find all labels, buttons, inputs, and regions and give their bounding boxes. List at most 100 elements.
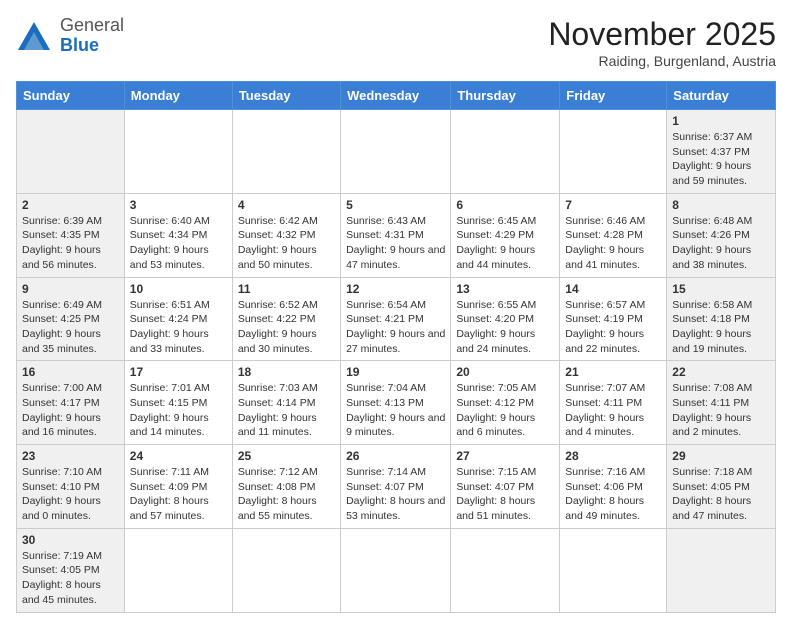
day-info: Sunrise: 6:43 AM Sunset: 4:31 PM Dayligh… — [346, 214, 445, 273]
day-info: Sunrise: 6:46 AM Sunset: 4:28 PM Dayligh… — [565, 214, 661, 273]
day-info: Sunrise: 6:39 AM Sunset: 4:35 PM Dayligh… — [22, 214, 119, 273]
day-number: 19 — [346, 365, 445, 379]
calendar-cell — [124, 110, 232, 194]
calendar-cell: 7 Sunrise: 6:46 AM Sunset: 4:28 PM Daylig… — [560, 193, 667, 277]
calendar-cell: 5 Sunrise: 6:43 AM Sunset: 4:31 PM Daylig… — [341, 193, 451, 277]
calendar-cell — [451, 528, 560, 612]
day-number: 30 — [22, 533, 119, 547]
day-info: Sunrise: 6:40 AM Sunset: 4:34 PM Dayligh… — [130, 214, 227, 273]
calendar-cell — [667, 528, 776, 612]
weekday-header-row: SundayMondayTuesdayWednesdayThursdayFrid… — [17, 82, 776, 110]
calendar-cell: 14Sunrise: 6:57 AM Sunset: 4:19 PM Dayli… — [560, 277, 667, 361]
calendar-cell — [341, 110, 451, 194]
weekday-header-wednesday: Wednesday — [341, 82, 451, 110]
day-number: 7 — [565, 198, 661, 212]
day-number: 26 — [346, 449, 445, 463]
day-info: Sunrise: 7:10 AM Sunset: 4:10 PM Dayligh… — [22, 465, 119, 524]
calendar-cell: 25Sunrise: 7:12 AM Sunset: 4:08 PM Dayli… — [232, 445, 340, 529]
day-info: Sunrise: 7:14 AM Sunset: 4:07 PM Dayligh… — [346, 465, 445, 524]
calendar-cell: 24Sunrise: 7:11 AM Sunset: 4:09 PM Dayli… — [124, 445, 232, 529]
day-info: Sunrise: 7:03 AM Sunset: 4:14 PM Dayligh… — [238, 381, 335, 440]
day-number: 11 — [238, 282, 335, 296]
title-area: November 2025 Raiding, Burgenland, Austr… — [548, 16, 776, 69]
page-header: General Blue November 2025 Raiding, Burg… — [16, 16, 776, 69]
day-number: 23 — [22, 449, 119, 463]
calendar-cell — [232, 528, 340, 612]
day-info: Sunrise: 7:16 AM Sunset: 4:06 PM Dayligh… — [565, 465, 661, 524]
calendar-cell — [341, 528, 451, 612]
calendar-cell — [560, 528, 667, 612]
calendar-cell — [232, 110, 340, 194]
day-number: 2 — [22, 198, 119, 212]
day-number: 16 — [22, 365, 119, 379]
day-number: 3 — [130, 198, 227, 212]
calendar-cell: 10 Sunrise: 6:51 AM Sunset: 4:24 PM Dayli… — [124, 277, 232, 361]
day-number: 9 — [22, 282, 119, 296]
calendar-week-row: 9 Sunrise: 6:49 AM Sunset: 4:25 PM Daylig… — [17, 277, 776, 361]
day-info: Sunrise: 7:05 AM Sunset: 4:12 PM Dayligh… — [456, 381, 554, 440]
calendar-cell: 9 Sunrise: 6:49 AM Sunset: 4:25 PM Daylig… — [17, 277, 125, 361]
calendar-cell: 13 Sunrise: 6:55 AM Sunset: 4:20 PM Dayli… — [451, 277, 560, 361]
calendar-cell — [124, 528, 232, 612]
calendar-cell — [451, 110, 560, 194]
calendar-cell: 16Sunrise: 7:00 AM Sunset: 4:17 PM Dayli… — [17, 361, 125, 445]
day-info: Sunrise: 7:15 AM Sunset: 4:07 PM Dayligh… — [456, 465, 554, 524]
logo-text: General Blue — [60, 16, 124, 56]
day-info: Sunrise: 7:01 AM Sunset: 4:15 PM Dayligh… — [130, 381, 227, 440]
day-number: 8 — [672, 198, 770, 212]
calendar-cell: 11Sunrise: 6:52 AM Sunset: 4:22 PM Dayli… — [232, 277, 340, 361]
calendar-cell: 8 Sunrise: 6:48 AM Sunset: 4:26 PM Daylig… — [667, 193, 776, 277]
day-info: Sunrise: 7:19 AM Sunset: 4:05 PM Dayligh… — [22, 549, 119, 608]
day-number: 24 — [130, 449, 227, 463]
calendar-cell: 29Sunrise: 7:18 AM Sunset: 4:05 PM Dayli… — [667, 445, 776, 529]
calendar-table: SundayMondayTuesdayWednesdayThursdayFrid… — [16, 81, 776, 613]
calendar-cell: 27 Sunrise: 7:15 AM Sunset: 4:07 PM Dayli… — [451, 445, 560, 529]
calendar-week-row: 1 Sunrise: 6:37 AM Sunset: 4:37 PM Daylig… — [17, 110, 776, 194]
day-number: 25 — [238, 449, 335, 463]
calendar-cell — [17, 110, 125, 194]
day-info: Sunrise: 6:49 AM Sunset: 4:25 PM Dayligh… — [22, 298, 119, 357]
calendar-cell: 17Sunrise: 7:01 AM Sunset: 4:15 PM Dayli… — [124, 361, 232, 445]
weekday-header-monday: Monday — [124, 82, 232, 110]
day-info: Sunrise: 7:08 AM Sunset: 4:11 PM Dayligh… — [672, 381, 770, 440]
day-number: 13 — [456, 282, 554, 296]
day-info: Sunrise: 6:51 AM Sunset: 4:24 PM Dayligh… — [130, 298, 227, 357]
day-number: 12 — [346, 282, 445, 296]
day-info: Sunrise: 7:04 AM Sunset: 4:13 PM Dayligh… — [346, 381, 445, 440]
calendar-cell: 22Sunrise: 7:08 AM Sunset: 4:11 PM Dayli… — [667, 361, 776, 445]
day-number: 4 — [238, 198, 335, 212]
day-number: 5 — [346, 198, 445, 212]
day-number: 6 — [456, 198, 554, 212]
day-info: Sunrise: 7:18 AM Sunset: 4:05 PM Dayligh… — [672, 465, 770, 524]
calendar-week-row: 23 Sunrise: 7:10 AM Sunset: 4:10 PM Dayli… — [17, 445, 776, 529]
weekday-header-friday: Friday — [560, 82, 667, 110]
calendar-cell: 28Sunrise: 7:16 AM Sunset: 4:06 PM Dayli… — [560, 445, 667, 529]
day-info: Sunrise: 6:42 AM Sunset: 4:32 PM Dayligh… — [238, 214, 335, 273]
day-info: Sunrise: 7:07 AM Sunset: 4:11 PM Dayligh… — [565, 381, 661, 440]
calendar-cell: 12 Sunrise: 6:54 AM Sunset: 4:21 PM Dayli… — [341, 277, 451, 361]
day-info: Sunrise: 6:55 AM Sunset: 4:20 PM Dayligh… — [456, 298, 554, 357]
day-number: 1 — [672, 114, 770, 128]
day-number: 20 — [456, 365, 554, 379]
calendar-cell: 1 Sunrise: 6:37 AM Sunset: 4:37 PM Daylig… — [667, 110, 776, 194]
logo-general: General — [60, 16, 124, 36]
day-info: Sunrise: 6:58 AM Sunset: 4:18 PM Dayligh… — [672, 298, 770, 357]
calendar-week-row: 16Sunrise: 7:00 AM Sunset: 4:17 PM Dayli… — [17, 361, 776, 445]
day-info: Sunrise: 6:48 AM Sunset: 4:26 PM Dayligh… — [672, 214, 770, 273]
day-info: Sunrise: 6:37 AM Sunset: 4:37 PM Dayligh… — [672, 130, 770, 189]
location-subtitle: Raiding, Burgenland, Austria — [548, 53, 776, 69]
calendar-week-row: 30 Sunrise: 7:19 AM Sunset: 4:05 PM Dayli… — [17, 528, 776, 612]
calendar-cell: 30 Sunrise: 7:19 AM Sunset: 4:05 PM Dayli… — [17, 528, 125, 612]
calendar-cell: 19 Sunrise: 7:04 AM Sunset: 4:13 PM Dayli… — [341, 361, 451, 445]
logo-icon — [16, 18, 52, 54]
day-number: 10 — [130, 282, 227, 296]
calendar-cell: 3 Sunrise: 6:40 AM Sunset: 4:34 PM Daylig… — [124, 193, 232, 277]
weekday-header-tuesday: Tuesday — [232, 82, 340, 110]
day-number: 27 — [456, 449, 554, 463]
day-number: 15 — [672, 282, 770, 296]
calendar-cell: 4 Sunrise: 6:42 AM Sunset: 4:32 PM Daylig… — [232, 193, 340, 277]
calendar-cell: 23 Sunrise: 7:10 AM Sunset: 4:10 PM Dayli… — [17, 445, 125, 529]
day-number: 18 — [238, 365, 335, 379]
day-info: Sunrise: 6:54 AM Sunset: 4:21 PM Dayligh… — [346, 298, 445, 357]
calendar-cell: 6Sunrise: 6:45 AM Sunset: 4:29 PM Daylig… — [451, 193, 560, 277]
